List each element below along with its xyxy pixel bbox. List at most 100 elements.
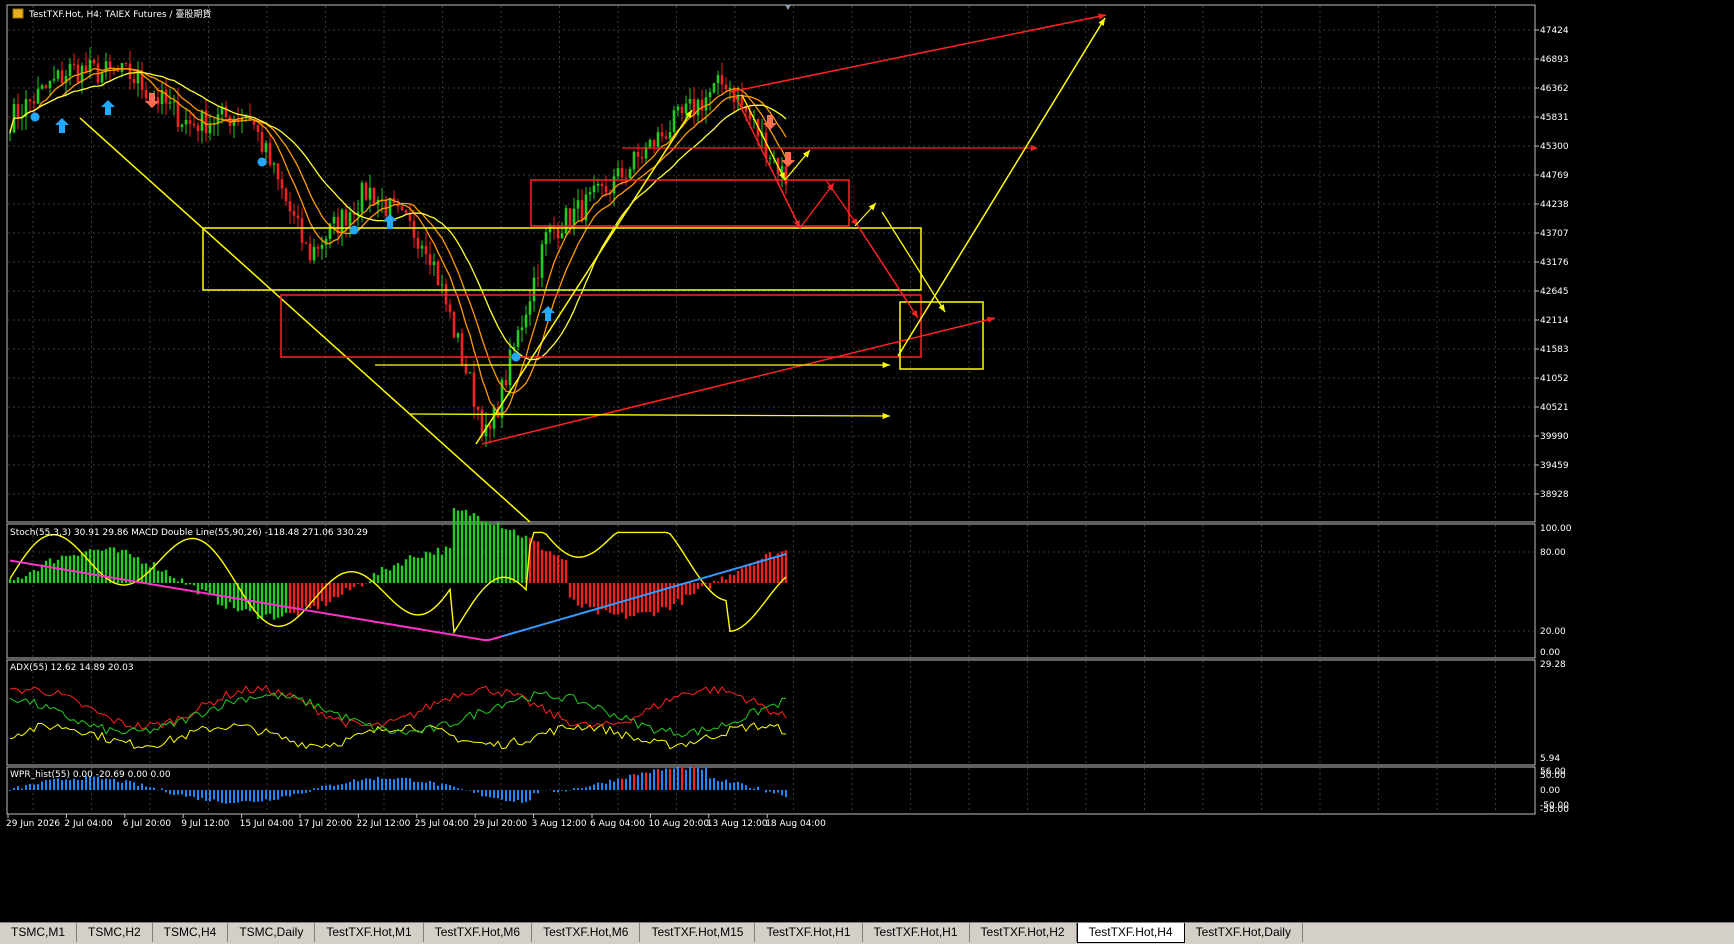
candle-body xyxy=(304,242,308,244)
candle-body xyxy=(528,301,532,315)
candle-body xyxy=(560,233,564,239)
candle-body xyxy=(684,103,688,114)
signal-dot-icon xyxy=(349,225,359,235)
candle-body xyxy=(508,350,512,386)
price-axis-label: 38928 xyxy=(1540,490,1569,500)
candle-body xyxy=(32,101,36,104)
time-axis-label: 15 Jul 04:00 xyxy=(240,819,294,829)
price-axis-label: 44769 xyxy=(1540,171,1569,181)
candle-body xyxy=(48,80,52,88)
tab-tsmc-h4[interactable]: TSMC,H4 xyxy=(153,923,229,942)
tab-testtxf-hot-h2[interactable]: TestTXF.Hot,H2 xyxy=(970,923,1077,942)
candle-body xyxy=(292,211,296,216)
candle-body xyxy=(700,99,704,111)
candle-body xyxy=(348,212,352,226)
wpr-axis-label: 50.00 xyxy=(1540,771,1566,781)
candle-body xyxy=(180,124,184,128)
time-axis-label: 25 Jul 04:00 xyxy=(415,819,469,829)
candle-body xyxy=(192,123,196,126)
candle-body xyxy=(524,314,528,328)
candle-body xyxy=(428,254,432,266)
candle-body xyxy=(92,59,96,64)
time-axis-label: 22 Jul 12:00 xyxy=(356,819,410,829)
candle-body xyxy=(708,92,712,98)
candle-body xyxy=(196,125,200,131)
candle-body xyxy=(296,215,300,219)
tab-tsmc-m1[interactable]: TSMC,M1 xyxy=(0,923,77,942)
candle-body xyxy=(84,65,88,72)
candle-body xyxy=(728,88,732,90)
tab-testtxf-hot-h4[interactable]: TestTXF.Hot,H4 xyxy=(1076,923,1185,943)
signal-dot-icon xyxy=(30,112,40,122)
time-axis-label: 29 Jul 20:00 xyxy=(473,819,527,829)
time-axis-label: 18 Aug 04:00 xyxy=(765,819,826,829)
candle-body xyxy=(40,85,44,89)
tab-tsmc-h2[interactable]: TSMC,H2 xyxy=(77,923,153,942)
candle-body xyxy=(720,75,724,85)
candle-body xyxy=(320,244,324,249)
candle-body xyxy=(724,84,728,90)
chart-window-icon xyxy=(12,8,24,19)
candle-body xyxy=(624,177,628,179)
candle-body xyxy=(284,188,288,202)
tab-testtxf-hot-h1[interactable]: TestTXF.Hot,H1 xyxy=(755,923,863,942)
adx-panel-frame xyxy=(6,659,1536,766)
candle-body xyxy=(544,232,548,245)
candle-body xyxy=(696,99,700,116)
candle-body xyxy=(656,132,660,147)
candle-body xyxy=(644,147,648,159)
candle-body xyxy=(120,63,124,72)
tab-testtxf-hot-m6[interactable]: TestTXF.Hot,M6 xyxy=(532,923,641,942)
candle-body xyxy=(208,123,212,134)
candle-body xyxy=(660,132,664,137)
candle-body xyxy=(144,89,148,99)
price-axis-label: 45300 xyxy=(1540,142,1569,152)
price-axis-label: 47424 xyxy=(1540,26,1569,36)
candle-body xyxy=(468,372,472,374)
candle-body xyxy=(316,246,320,249)
price-axis-label: 40521 xyxy=(1540,403,1569,413)
candle-body xyxy=(272,163,276,165)
time-axis-label: 9 Jul 12:00 xyxy=(181,819,230,829)
chart-canvas[interactable]: 47424 46893 46362 45831 45300 44769 44238 43707… xyxy=(0,0,1734,922)
time-axis-label: 13 Aug 12:00 xyxy=(707,819,768,829)
candle-body xyxy=(288,201,292,212)
candle-body xyxy=(564,208,568,234)
tab-testtxf-hot-m1[interactable]: TestTXF.Hot,M1 xyxy=(315,923,424,942)
candle-body xyxy=(588,192,592,195)
stoch-axis-label: 0.00 xyxy=(1540,648,1560,658)
symbol-title: TestTXF.Hot, H4: TAIEX Futures / 臺股期貨 xyxy=(28,8,211,20)
candle-body xyxy=(332,216,336,224)
candle-body xyxy=(8,132,12,134)
candle-body xyxy=(44,85,48,88)
candle-body xyxy=(136,72,140,84)
candle-body xyxy=(448,304,452,313)
candle-body xyxy=(536,277,540,279)
tab-tsmc-daily[interactable]: TSMC,Daily xyxy=(228,923,316,942)
candle-body xyxy=(412,220,416,238)
candle-body xyxy=(76,64,80,83)
candle-body xyxy=(596,183,600,186)
mt-terminal-window: 47424 46893 46362 45831 45300 44769 44238 43707… xyxy=(0,0,1734,944)
adx-axis-label: 29.28 xyxy=(1540,660,1566,670)
candle-body xyxy=(168,102,172,104)
candle-body xyxy=(620,168,624,178)
candle-body xyxy=(156,97,160,105)
candle-body xyxy=(704,97,708,111)
tab-testtxf-hot-m15[interactable]: TestTXF.Hot,M15 xyxy=(640,923,756,942)
tab-testtxf-hot-m6[interactable]: TestTXF.Hot,M6 xyxy=(424,923,533,942)
tab-testtxf-hot-h1[interactable]: TestTXF.Hot,H1 xyxy=(863,923,970,942)
tab-testtxf-hot-daily[interactable]: TestTXF.Hot,Daily xyxy=(1185,923,1303,942)
candle-body xyxy=(268,143,272,165)
candle-body xyxy=(16,103,20,118)
time-axis-label: 2 Jul 04:00 xyxy=(64,819,113,829)
signal-dot-icon xyxy=(511,352,521,362)
candle-body xyxy=(260,132,264,152)
stoch-axis-label: 100.00 xyxy=(1540,524,1572,534)
candle-body xyxy=(516,330,520,348)
candle-body xyxy=(636,151,640,157)
candle-body xyxy=(652,139,656,147)
candle-body xyxy=(604,186,608,193)
candle-body xyxy=(504,379,508,386)
candle-body xyxy=(52,78,56,81)
